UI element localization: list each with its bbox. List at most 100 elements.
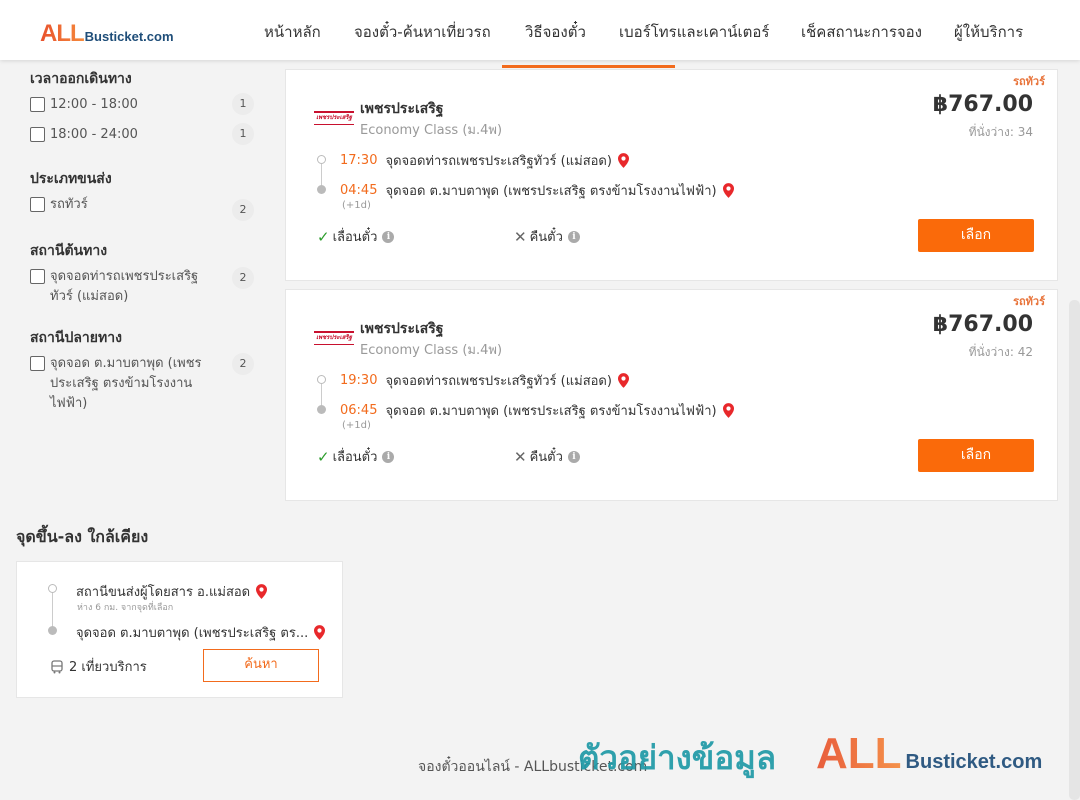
origin-dot-icon (48, 584, 57, 593)
nearby-destination: จุดจอด ต.มาบตาพุด (เพชรประเสริฐ ตร... (76, 622, 326, 643)
filter-label: รถทัวร์ (50, 197, 88, 212)
filter-title-departure-time: เวลาออกเดินทาง (30, 71, 132, 87)
check-icon: ✓ (317, 227, 330, 246)
nav-book-search[interactable]: จองตั๋ว-ค้นหาเที่ยวรถ (354, 20, 491, 44)
map-pin-icon[interactable] (314, 625, 326, 640)
watermark-logo-all: ALL (816, 729, 902, 778)
seats-available: ที่นั่งว่าง: 34 (968, 125, 1033, 139)
arrival-time: 04:45 (340, 183, 378, 198)
filter-title-destination: สถานีปลายทาง (30, 330, 122, 346)
filter-title-origin: สถานีต้นทาง (30, 243, 108, 259)
filter-label: 18:00 - 24:00 (50, 127, 138, 142)
filter-title-transport-type: ประเภทขนส่ง (30, 171, 112, 187)
filter-checkbox[interactable] (30, 97, 45, 112)
next-day-label: (+1d) (342, 200, 371, 211)
info-icon[interactable]: i (567, 230, 580, 243)
arrival-stop-name: จุดจอด ต.มาบตาพุด (เพชรประเสริฐ ตรงข้ามโ… (385, 184, 717, 199)
route-line (52, 592, 53, 629)
map-pin-icon[interactable] (617, 373, 629, 388)
reschedule-label: เลื่อนตั๋ว (332, 230, 378, 245)
logo-all: ALL (40, 20, 85, 47)
refund-label: คืนตั๋ว (529, 450, 563, 465)
trip-card: รถทัวร์ เพชรประเสริฐ เพชรประเสริฐ Econom… (285, 289, 1058, 501)
operator-name: เพชรประเสริฐ (360, 321, 444, 337)
departure-stop: 19:30 จุดจอดท่ารถเพชรประเสริฐทัวร์ (แม่ส… (340, 370, 629, 391)
next-day-label: (+1d) (342, 420, 371, 431)
nav-operators[interactable]: ผู้ให้บริการ (954, 20, 1023, 44)
departure-time: 17:30 (340, 153, 378, 168)
arrival-stop-name: จุดจอด ต.มาบตาพุด (เพชรประเสริฐ ตรงข้ามโ… (385, 404, 717, 419)
arrival-stop: 04:45 จุดจอด ต.มาบตาพุด (เพชรประเสริฐ ตร… (340, 180, 734, 201)
trip-card: รถทัวร์ เพชรประเสริฐ เพชรประเสริฐ Econom… (285, 69, 1058, 281)
vehicle-type-tag: รถทัวร์ (1013, 75, 1045, 88)
info-icon[interactable]: i (567, 450, 580, 463)
operator-logo: เพชรประเสริฐ (314, 331, 354, 345)
bus-icon (51, 659, 63, 673)
nearby-trips-label: 2 เที่ยวบริการ (69, 660, 147, 675)
watermark-logo: ALL Busticket.com (816, 729, 1042, 779)
seat-class: Economy Class (ม.4พ) (360, 343, 503, 358)
origin-dot-icon (317, 375, 326, 384)
filter-count: 1 (232, 123, 254, 145)
watermark-logo-rest: Busticket.com (905, 751, 1043, 773)
select-trip-button[interactable]: เลือก (918, 219, 1034, 252)
arrival-time: 06:45 (340, 403, 378, 418)
nav-check-booking[interactable]: เช็คสถานะการจอง (801, 20, 922, 44)
operator-name: เพชรประเสริฐ (360, 101, 444, 117)
refund-label: คืนตั๋ว (529, 230, 563, 245)
top-header: ALL Busticket.com หน้าหลัก จองตั๋ว-ค้นหา… (0, 0, 1080, 60)
nav-active-indicator (502, 65, 675, 68)
nav-how-to-book[interactable]: วิธีจองตั๋ว (525, 20, 586, 44)
filter-count: 2 (232, 353, 254, 375)
ticket-price: ฿767.00 (932, 312, 1033, 337)
departure-stop-name: จุดจอดท่ารถเพชรประเสริฐทัวร์ (แม่สอด) (385, 374, 612, 389)
filter-count: 2 (232, 199, 254, 221)
filter-label: จุดจอด ต.มาบตาพุด (เพชรประเสริฐ ตรงข้ามโ… (50, 356, 202, 411)
seats-available: ที่นั่งว่าง: 42 (968, 345, 1033, 359)
nearby-origin: สถานีขนส่งผู้โดยสาร อ.แม่สอด (76, 581, 268, 602)
logo-rest: Busticket.com (84, 29, 174, 44)
check-icon: ✓ (317, 447, 330, 466)
cross-icon: ✕ (514, 227, 527, 246)
ticket-price: ฿767.00 (932, 92, 1033, 117)
sample-data-watermark: ตัวอย่างข้อมูล (578, 738, 777, 777)
nearby-origin-name: สถานีขนส่งผู้โดยสาร อ.แม่สอด (76, 585, 251, 600)
departure-time: 19:30 (340, 373, 378, 388)
map-pin-icon[interactable] (722, 183, 734, 198)
filter-checkbox[interactable] (30, 269, 45, 284)
select-trip-button[interactable]: เลือก (918, 439, 1034, 472)
nearby-stops-title: จุดขึ้น-ลง ใกล้เคียง (16, 527, 149, 546)
departure-stop: 17:30 จุดจอดท่ารถเพชรประเสริฐทัวร์ (แม่ส… (340, 150, 629, 171)
filter-count: 2 (232, 267, 254, 289)
nav-home[interactable]: หน้าหลัก (264, 20, 321, 44)
refund-policy: ✕ คืนตั๋ว i (514, 226, 580, 247)
operator-logo: เพชรประเสริฐ (314, 111, 354, 125)
map-pin-icon[interactable] (617, 153, 629, 168)
vehicle-type-tag: รถทัวร์ (1013, 295, 1045, 308)
nearby-search-button[interactable]: ค้นหา (203, 649, 319, 682)
reschedule-label: เลื่อนตั๋ว (332, 450, 378, 465)
seat-class: Economy Class (ม.4พ) (360, 123, 503, 138)
filter-checkbox[interactable] (30, 127, 45, 142)
map-pin-icon[interactable] (722, 403, 734, 418)
cross-icon: ✕ (514, 447, 527, 466)
origin-dot-icon (317, 155, 326, 164)
filter-checkbox[interactable] (30, 197, 45, 212)
info-icon[interactable]: i (382, 450, 395, 463)
site-logo[interactable]: ALL Busticket.com (40, 20, 174, 47)
page-scrollbar[interactable] (1069, 300, 1080, 800)
destination-dot-icon (317, 185, 326, 194)
filter-label: 12:00 - 18:00 (50, 97, 138, 112)
nearby-distance: ห่าง 6 กม. จากจุดที่เลือก (77, 603, 174, 613)
filter-label: จุดจอดท่ารถเพชรประเสริฐทัวร์ (แม่สอด) (50, 269, 199, 304)
info-icon[interactable]: i (382, 230, 395, 243)
departure-stop-name: จุดจอดท่ารถเพชรประเสริฐทัวร์ (แม่สอด) (385, 154, 612, 169)
nearby-route-card: สถานีขนส่งผู้โดยสาร อ.แม่สอด ห่าง 6 กม. … (16, 561, 343, 698)
destination-dot-icon (48, 626, 57, 635)
filter-checkbox[interactable] (30, 356, 45, 371)
nav-phone-counter[interactable]: เบอร์โทรและเคาน์เตอร์ (619, 20, 769, 44)
reschedule-policy: ✓ เลื่อนตั๋ว i (317, 226, 395, 247)
reschedule-policy: ✓ เลื่อนตั๋ว i (317, 446, 395, 467)
refund-policy: ✕ คืนตั๋ว i (514, 446, 580, 467)
map-pin-icon[interactable] (256, 584, 268, 599)
